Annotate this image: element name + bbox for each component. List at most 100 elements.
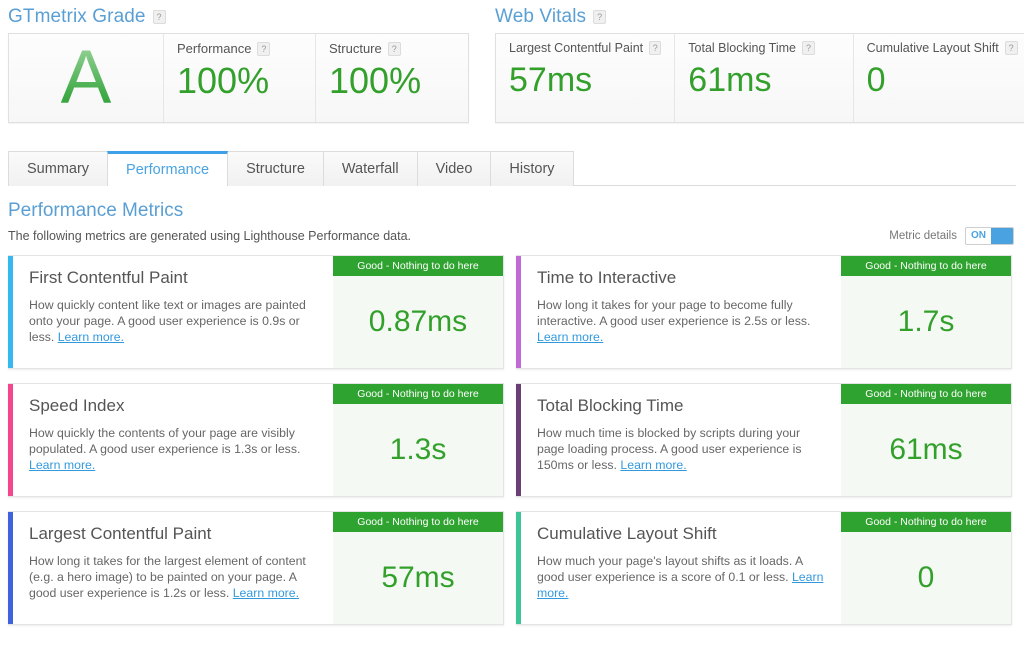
metric-description-text: How much your page's layout shifts as it… [537, 554, 803, 584]
metric-card-total-blocking-time: Total Blocking Time How much time is bloc… [516, 383, 1012, 497]
metric-description: How long it takes for your page to becom… [537, 297, 827, 345]
vital-lcp-label: Largest Contentful Paint [509, 41, 644, 55]
metric-title: Speed Index [29, 396, 125, 415]
vital-cell-lcp: Largest Contentful Paint ? 57ms [496, 34, 676, 122]
performance-score-label-row: Performance ? [177, 41, 302, 56]
metric-card-body: Speed Index How quickly the contents of y… [13, 384, 333, 496]
vital-cls-value: 0 [866, 61, 886, 99]
help-icon[interactable]: ? [257, 41, 271, 56]
tab-waterfall[interactable]: Waterfall [322, 151, 418, 186]
status-badge: Good - Nothing to do here [333, 512, 503, 532]
structure-score-value: 100% [329, 60, 422, 101]
gtmetrix-grade-title: GTmetrix Grade [8, 6, 146, 27]
status-badge: Good - Nothing to do here [841, 256, 1011, 276]
structure-score-label: Structure [329, 41, 382, 56]
help-icon[interactable]: ? [387, 41, 401, 56]
status-badge: Good - Nothing to do here [333, 256, 503, 276]
metric-description-text: How long it takes for your page to becom… [537, 298, 811, 328]
metric-card-body: Cumulative Layout Shift How much your pag… [521, 512, 841, 624]
tab-bar: Summary Performance Structure Waterfall Vide… [8, 151, 1016, 187]
learn-more-link[interactable]: Learn more. [620, 458, 686, 472]
metric-score-panel: Good - Nothing to do here 1.7s [841, 256, 1011, 368]
metric-card-body: Time to Interactive How long it takes for… [521, 256, 841, 368]
vital-tbt-value: 61ms [688, 61, 772, 99]
metric-description: How much time is blocked by scripts duri… [537, 425, 827, 473]
vital-lcp-value: 57ms [509, 61, 593, 99]
metric-details-toggle-state: ON [971, 230, 986, 241]
metric-score-panel: Good - Nothing to do here 57ms [333, 512, 503, 624]
metric-card-first-contentful-paint: First Contentful Paint How quickly conten… [8, 255, 504, 369]
vital-cls-label: Cumulative Layout Shift [866, 41, 999, 55]
status-badge: Good - Nothing to do here [841, 384, 1011, 404]
learn-more-link[interactable]: Learn more. [233, 586, 299, 600]
metric-description: How long it takes for the largest elemen… [29, 553, 319, 601]
help-icon[interactable]: ? [649, 41, 662, 55]
metric-value: 1.7s [897, 305, 955, 338]
metric-card-body: Total Blocking Time How much time is bloc… [521, 384, 841, 496]
grade-letter: A [60, 35, 112, 120]
gtmetrix-grade-block: GTmetrix Grade ? A Performance ? 100% St… [8, 0, 469, 123]
metric-value: 0.87ms [368, 305, 468, 338]
status-badge: Good - Nothing to do here [333, 384, 503, 404]
learn-more-link[interactable]: Learn more. [537, 330, 603, 344]
metric-details-label: Metric details [889, 230, 957, 242]
help-icon[interactable]: ? [593, 10, 607, 24]
metric-score-panel: Good - Nothing to do here 0.87ms [333, 256, 503, 368]
performance-score-value: 100% [177, 60, 270, 101]
web-vitals-panel: Largest Contentful Paint ? 57ms Total Bl… [495, 33, 1024, 123]
structure-score-cell: Structure ? 100% [316, 34, 468, 122]
metric-card-body: Largest Contentful Paint How long it take… [13, 512, 333, 624]
page-title: Performance Metrics [8, 200, 184, 221]
help-icon[interactable]: ? [152, 10, 166, 24]
metric-title: Total Blocking Time [537, 396, 684, 415]
metric-score-panel: Good - Nothing to do here 1.3s [333, 384, 503, 496]
tab-performance[interactable]: Performance [107, 151, 229, 187]
metric-value: 61ms [889, 433, 963, 466]
metric-title: First Contentful Paint [29, 268, 188, 287]
metric-description: How quickly the contents of your page ar… [29, 425, 319, 473]
vital-cls-label-row: Cumulative Layout Shift ? [867, 41, 1019, 55]
metric-value: 0 [917, 561, 935, 594]
vital-cell-tbt: Total Blocking Time ? 61ms [675, 34, 854, 122]
web-vitals-block: Web Vitals ? Largest Contentful Paint ? … [495, 0, 1024, 123]
tab-video[interactable]: Video [416, 151, 492, 186]
help-icon[interactable]: ? [1004, 41, 1018, 55]
metric-value: 1.3s [389, 433, 447, 466]
tab-summary[interactable]: Summary [8, 151, 109, 186]
metric-description: How much your page's layout shifts as it… [537, 553, 827, 601]
tab-history[interactable]: History [490, 151, 574, 186]
metric-description: How quickly content like text or images … [29, 297, 319, 345]
metric-card-grid: First Contentful Paint How quickly conten… [0, 245, 1024, 639]
metric-card-body: First Contentful Paint How quickly conten… [13, 256, 333, 368]
vital-lcp-label-row: Largest Contentful Paint ? [509, 41, 662, 55]
learn-more-link[interactable]: Learn more. [58, 330, 124, 344]
vital-tbt-label: Total Blocking Time [688, 41, 796, 55]
metric-card-time-to-interactive: Time to Interactive How long it takes for… [516, 255, 1012, 369]
help-icon[interactable]: ? [801, 41, 815, 55]
performance-score-label: Performance [177, 41, 252, 56]
tab-structure[interactable]: Structure [227, 151, 324, 186]
metric-card-cumulative-layout-shift: Cumulative Layout Shift How much your pag… [516, 511, 1012, 625]
metric-score-panel: Good - Nothing to do here 61ms [841, 384, 1011, 496]
structure-score-label-row: Structure ? [329, 41, 455, 56]
web-vitals-heading: Web Vitals ? [495, 0, 1024, 33]
summary-region: GTmetrix Grade ? A Performance ? 100% St… [0, 0, 1024, 123]
vital-cell-cls: Cumulative Layout Shift ? 0 [853, 34, 1024, 122]
metric-title: Largest Contentful Paint [29, 524, 212, 543]
grade-letter-cell: A [9, 34, 164, 122]
performance-score-cell: Performance ? 100% [164, 34, 316, 122]
metric-title: Cumulative Layout Shift [537, 524, 717, 543]
metric-card-speed-index: Speed Index How quickly the contents of y… [8, 383, 504, 497]
vital-tbt-label-row: Total Blocking Time ? [688, 41, 839, 55]
metric-score-panel: Good - Nothing to do here 0 [841, 512, 1011, 624]
metric-description-text: How quickly the contents of your page ar… [29, 426, 301, 456]
grade-panel: A Performance ? 100% Structure ? 100% [8, 33, 469, 123]
gtmetrix-grade-heading: GTmetrix Grade ? [8, 0, 469, 33]
toggle-knob [991, 228, 1013, 244]
metric-details-toggle[interactable]: ON [965, 227, 1014, 245]
metric-card-largest-contentful-paint: Largest Contentful Paint How long it take… [8, 511, 504, 625]
learn-more-link[interactable]: Learn more. [29, 458, 95, 472]
metric-title: Time to Interactive [537, 268, 677, 287]
web-vitals-title: Web Vitals [495, 6, 587, 27]
status-badge: Good - Nothing to do here [841, 512, 1011, 532]
